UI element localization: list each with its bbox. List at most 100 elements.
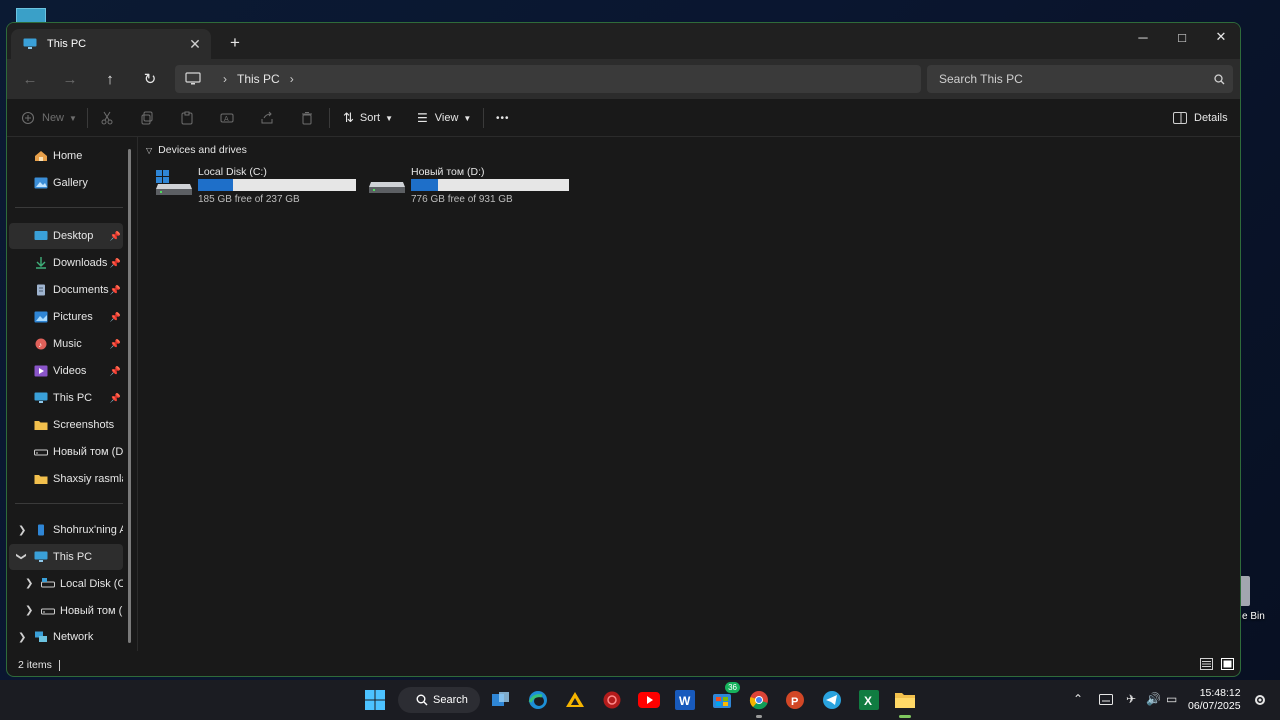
powerpoint-icon[interactable]: P (783, 688, 807, 712)
sidebar-item-shaxsiy-rasmlar[interactable]: Shaxsiy rasmlar (9, 466, 123, 492)
youtube-icon[interactable] (637, 688, 661, 712)
chevron-up-icon[interactable]: ⌃ (1073, 692, 1083, 706)
tab-this-pc[interactable]: This PC ✕ (11, 29, 211, 59)
close-window-button[interactable]: ✕ (1201, 23, 1240, 51)
drive-usage-bar (198, 179, 356, 191)
forward-button[interactable]: → (58, 67, 82, 91)
system-drive-icon (156, 170, 192, 195)
paste-button[interactable] (180, 107, 194, 129)
computer-icon (34, 392, 48, 403)
word-icon[interactable]: W (673, 688, 697, 712)
tiles-view-icon[interactable] (1221, 658, 1234, 670)
sidebar-item-new-volume-d[interactable]: Новый том (D (9, 598, 123, 624)
pin-icon[interactable]: 📌 (110, 258, 121, 269)
sidebar-item-label: Pictures (53, 311, 93, 323)
sidebar-item-home[interactable]: Home (9, 143, 123, 169)
search-icon[interactable] (1205, 73, 1233, 85)
excel-icon[interactable]: X (857, 688, 881, 712)
running-indicator (756, 715, 762, 718)
refresh-button[interactable]: ↻ (138, 67, 162, 91)
start-button[interactable] (363, 688, 387, 712)
pin-icon[interactable]: 📌 (110, 285, 121, 296)
google-drive-icon[interactable] (563, 688, 587, 712)
file-explorer-icon[interactable] (893, 688, 917, 718)
details-pane-button[interactable]: Details (1173, 107, 1228, 129)
taskbar-search[interactable]: Search (398, 687, 480, 713)
pin-icon[interactable]: 📌 (110, 312, 121, 323)
pin-icon[interactable]: 📌 (110, 366, 121, 377)
home-icon (35, 151, 47, 161)
new-tab-button[interactable]: + (225, 33, 245, 53)
cut-button[interactable] (100, 107, 114, 129)
drive-usage-bar (411, 179, 569, 191)
antivirus-icon[interactable] (600, 688, 624, 712)
sidebar-item-documents[interactable]: Documents 📌 (9, 277, 123, 303)
sidebar-divider (15, 503, 123, 504)
sidebar-item-network[interactable]: Network (9, 624, 123, 650)
sidebar-item-screenshots[interactable]: Screenshots (9, 412, 123, 438)
music-icon: ♪ (35, 338, 47, 350)
chrome-icon[interactable] (747, 688, 771, 718)
sidebar-item-downloads[interactable]: Downloads 📌 (9, 250, 123, 276)
pane-divider[interactable] (137, 137, 138, 651)
up-button[interactable]: ↑ (98, 67, 122, 91)
pin-icon[interactable]: 📌 (110, 231, 121, 242)
sidebar-item-label: Новый том (D:) (53, 446, 123, 458)
sidebar-item-music[interactable]: ♪ Music 📌 (9, 331, 123, 357)
pin-icon[interactable]: 📌 (110, 339, 121, 350)
rename-button[interactable]: A (220, 107, 234, 129)
sidebar-item-this-pc-pinned[interactable]: This PC 📌 (9, 385, 123, 411)
search-input[interactable] (939, 72, 1205, 86)
breadcrumb-this-pc[interactable]: This PC (237, 72, 280, 86)
windows-logo-icon (365, 690, 385, 710)
share-button[interactable] (260, 107, 274, 129)
maximize-button[interactable]: □ (1162, 23, 1202, 51)
share-icon (261, 111, 273, 124)
sidebar-item-label: Новый том (D (60, 605, 123, 617)
sidebar-item-gallery[interactable]: Gallery (9, 170, 123, 196)
keyboard-icon[interactable] (1099, 694, 1113, 705)
telegram-icon[interactable] (820, 688, 844, 712)
sidebar-item-drive-d[interactable]: Новый том (D:) (9, 439, 123, 465)
sidebar-item-label: Shohrux'ning A1 (53, 524, 123, 536)
minimize-button[interactable]: ─ (1123, 23, 1163, 51)
sidebar-scrollbar[interactable] (128, 149, 131, 643)
copy-button[interactable] (140, 107, 154, 129)
sidebar-item-onedrive[interactable]: Shohrux'ning A1 (9, 517, 123, 543)
store-icon[interactable]: 36 (710, 682, 740, 712)
sidebar-item-label: Screenshots (53, 419, 115, 431)
edge-browser-icon[interactable] (526, 688, 550, 712)
pin-icon[interactable]: 📌 (110, 393, 121, 404)
chevron-down-icon[interactable]: ▽ (146, 146, 152, 155)
sidebar-item-label: This PC (53, 551, 93, 563)
address-bar[interactable]: › This PC › (175, 65, 921, 93)
notifications-gear-icon[interactable] (1253, 693, 1267, 707)
airplane-mode-icon[interactable]: ✈ (1126, 692, 1136, 706)
sidebar-item-desktop[interactable]: Desktop 📌 (9, 223, 123, 249)
volume-icon[interactable]: 🔊 (1146, 692, 1161, 706)
drive-tile-c[interactable]: Local Disk (C:) 185 GB free of 237 GB (156, 164, 366, 206)
group-header-devices[interactable]: ▽ Devices and drives (146, 144, 247, 156)
details-view-icon[interactable] (1200, 658, 1213, 670)
task-view-icon[interactable] (489, 688, 513, 712)
trash-icon (302, 112, 312, 125)
system-clock[interactable]: 15:48:12 06/07/2025 (1188, 687, 1241, 713)
search-box[interactable] (927, 65, 1233, 93)
chevron-down-icon[interactable]: ❯ (16, 552, 27, 560)
sidebar-item-pictures[interactable]: Pictures 📌 (9, 304, 123, 330)
gallery-icon (34, 177, 48, 189)
sidebar-item-videos[interactable]: Videos 📌 (9, 358, 123, 384)
document-icon (37, 284, 45, 296)
view-button[interactable]: ☰ View ▼ (417, 107, 471, 129)
back-button[interactable]: ← (18, 67, 42, 91)
battery-icon[interactable]: ▭ (1166, 692, 1177, 706)
breadcrumb-chevron[interactable]: › (223, 72, 227, 86)
close-tab-button[interactable]: ✕ (187, 36, 203, 53)
sort-button[interactable]: ⇅ Sort ▼ (343, 107, 393, 129)
breadcrumb-chevron[interactable]: › (290, 72, 294, 86)
new-button[interactable]: New ▼ (21, 107, 77, 129)
drive-tile-d[interactable]: Новый том (D:) 776 GB free of 931 GB (369, 164, 579, 206)
more-options-button[interactable]: ••• (496, 107, 510, 129)
delete-button[interactable] (300, 107, 314, 129)
sidebar-item-local-disk-c[interactable]: Local Disk (C:) (9, 571, 123, 597)
